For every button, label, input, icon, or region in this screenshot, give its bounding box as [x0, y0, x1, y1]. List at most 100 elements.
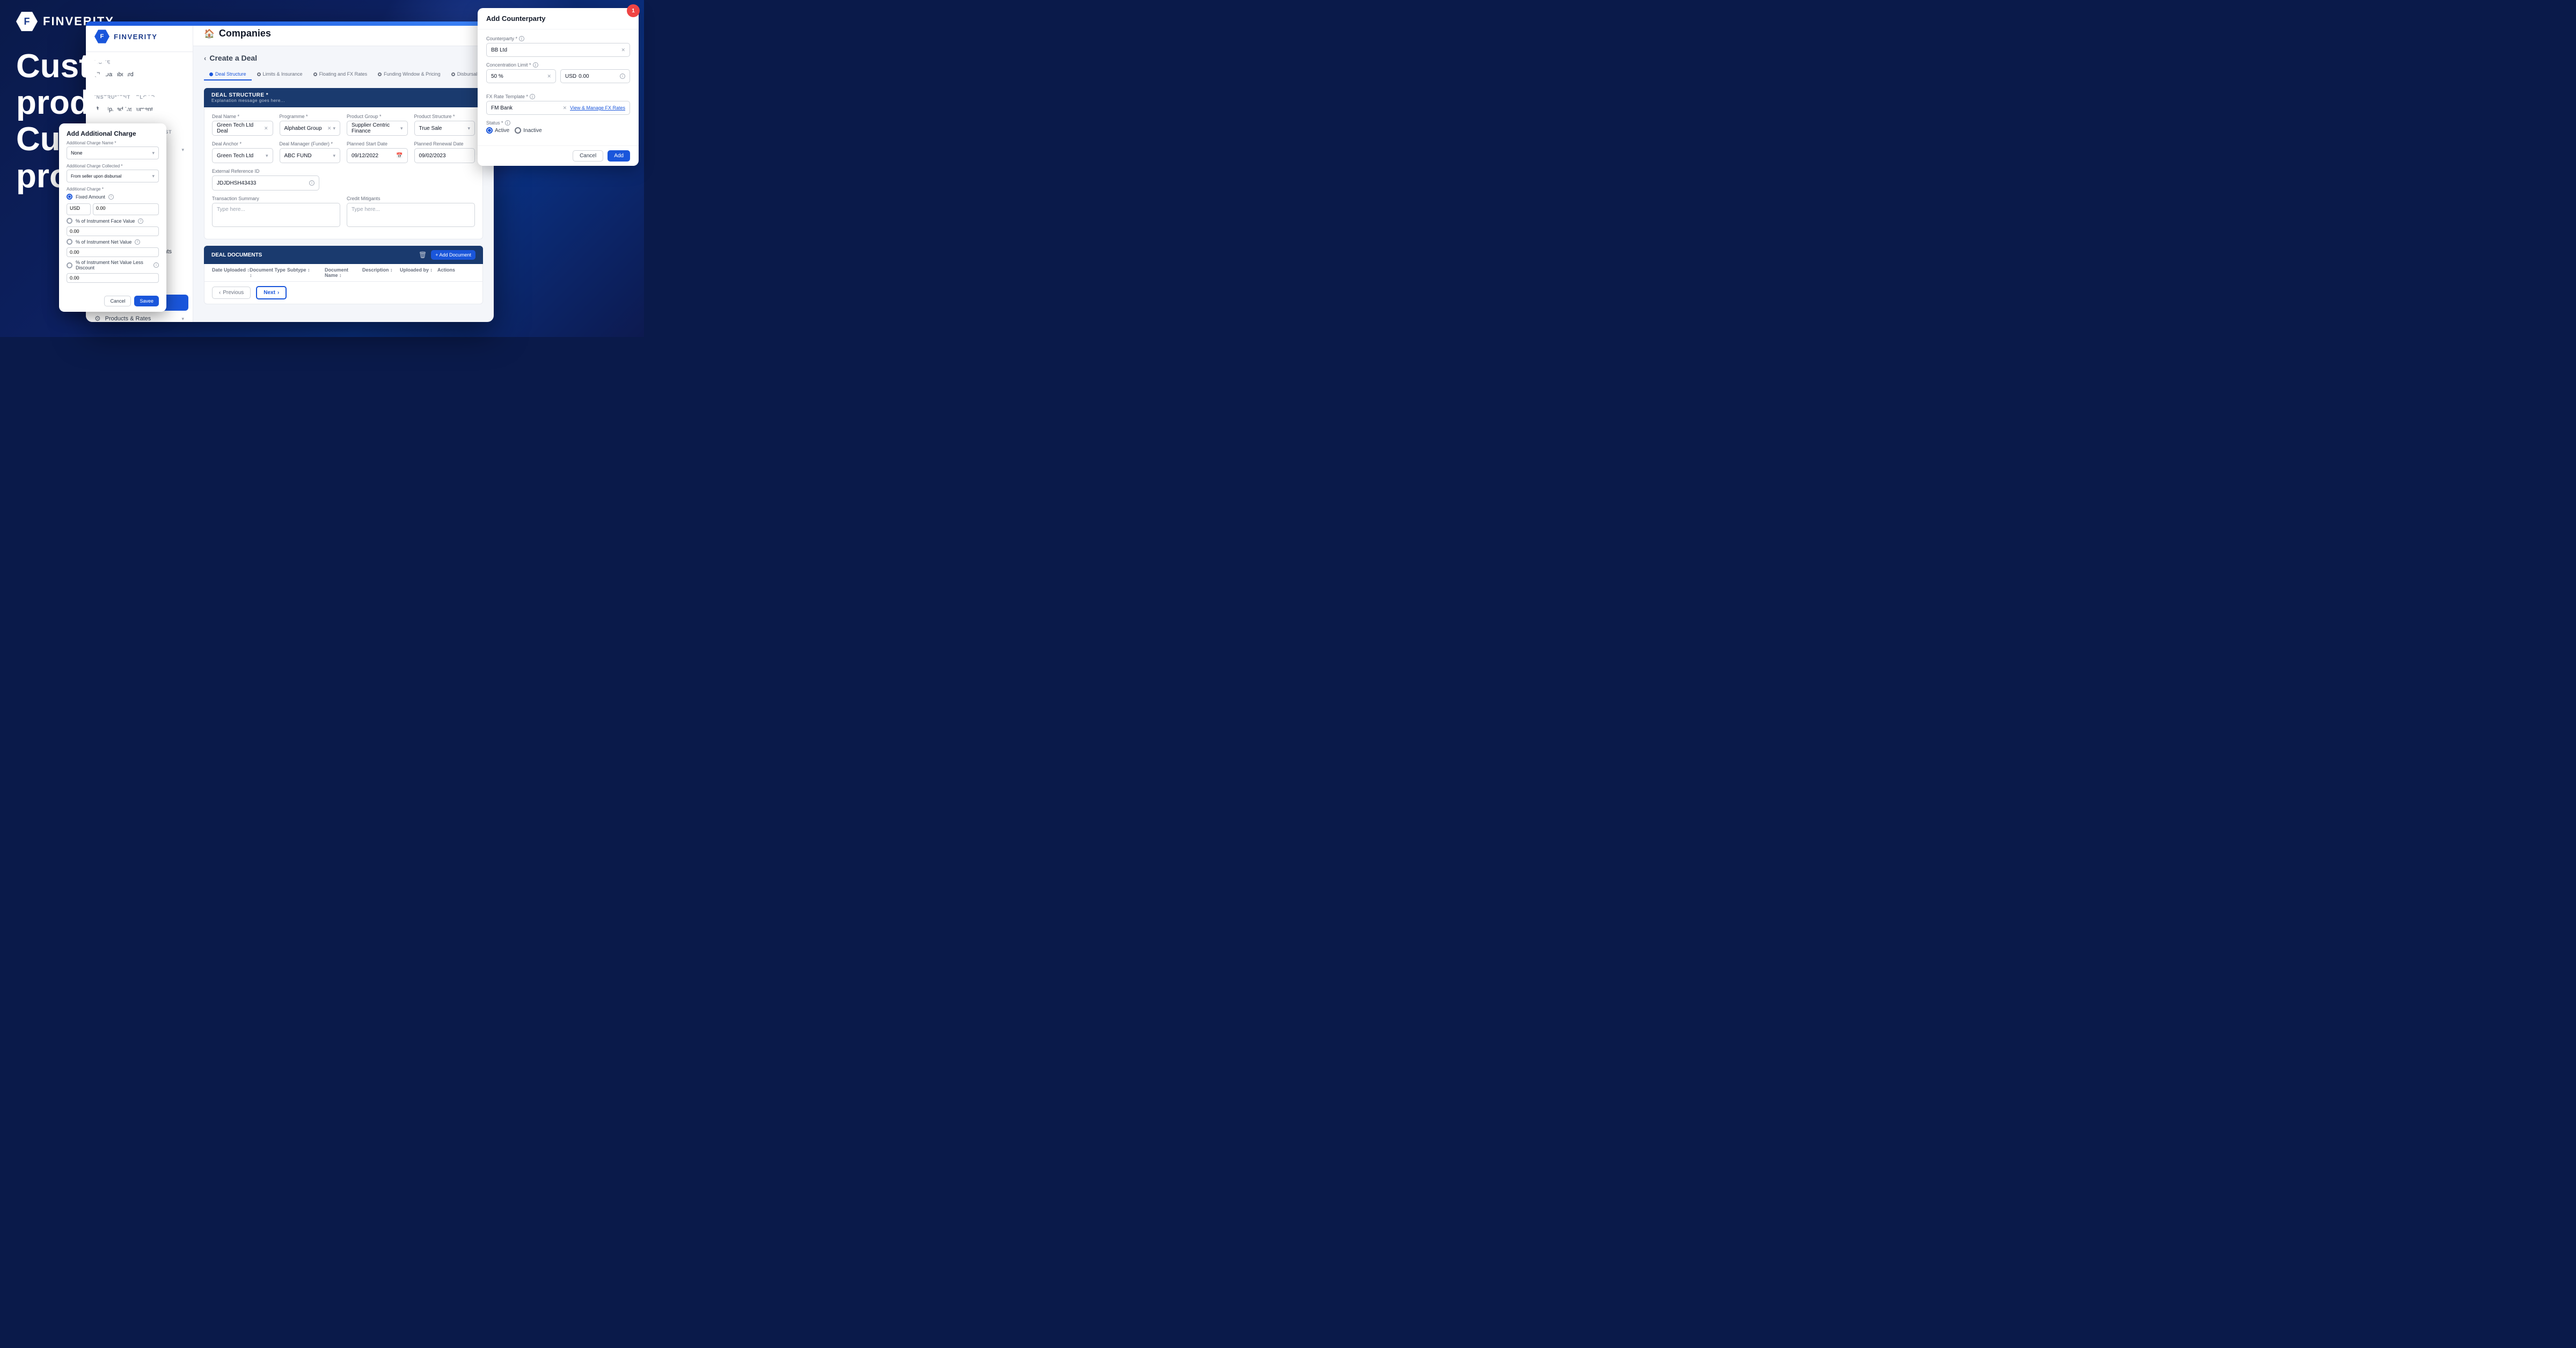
prev-button[interactable]: ‹ Previous — [212, 287, 251, 299]
deal-anchor-input[interactable]: Green Tech Ltd ▾ — [212, 148, 273, 163]
notification-badge[interactable]: 1 — [627, 4, 640, 17]
deal-manager-chevron: ▾ — [333, 153, 335, 159]
docs-actions: 🗑 + Add Document — [419, 250, 475, 260]
deal-name-input[interactable]: Green Tech Ltd Deal ✕ — [212, 121, 273, 136]
face-value-radio — [67, 218, 72, 224]
conc-value-info: i — [620, 74, 625, 79]
tab-dot-3 — [313, 72, 317, 76]
fx-template-input[interactable]: FM Bank ✕ View & Manage FX Rates — [486, 101, 630, 115]
counterparty-label: Counterparty * i — [486, 36, 630, 41]
col-subtype: Subtype ↕ — [287, 267, 325, 278]
deal-manager-label: Deal Manager (Funder) * — [280, 141, 341, 146]
counterparty-clear[interactable]: ✕ — [621, 47, 625, 53]
currency-value: USD — [70, 206, 80, 211]
charge-save-button[interactable]: Savee — [134, 296, 159, 306]
tab-dot-5 — [451, 72, 455, 76]
tab-funding-window[interactable]: Funding Window & Pricing — [372, 69, 446, 80]
conc-pct-clear[interactable]: ✕ — [547, 74, 551, 79]
programme-clear[interactable]: ✕ — [327, 126, 332, 131]
app-top-bar — [86, 21, 494, 26]
deal-manager-input[interactable]: ABC FUND ▾ — [280, 148, 341, 163]
charge-collected-chevron: ▾ — [152, 173, 155, 179]
net-value-option[interactable]: % of Instrument Net Value i — [67, 239, 159, 245]
tab-dot-4 — [378, 72, 382, 76]
currency-select[interactable]: USD — [67, 203, 91, 215]
transaction-summary-input[interactable]: Type here... — [212, 203, 340, 227]
planned-renewal-value: 09/02/2023 — [419, 153, 471, 159]
face-value-input[interactable]: 0.00 — [67, 226, 159, 236]
add-document-button[interactable]: + Add Document — [431, 250, 475, 260]
ext-ref-info: i — [309, 180, 314, 186]
deal-documents-header: DEAL DOCUMENTS 🗑 + Add Document — [204, 246, 483, 264]
net-value-radio — [67, 239, 72, 245]
credit-mitigants-input[interactable]: Type here... — [347, 203, 475, 227]
charge-name-chevron: ▾ — [152, 150, 155, 156]
charge-modal-footer: Cancel Savee — [59, 292, 166, 312]
counterparty-modal-header: Add Counterparty — [478, 8, 639, 30]
deal-manager-value: ABC FUND — [284, 153, 333, 159]
counterparty-cancel-button[interactable]: Cancel — [573, 150, 603, 162]
conc-pct-value: 50 % — [491, 74, 503, 79]
prev-arrow: ‹ — [219, 290, 221, 296]
conc-currency: USD — [565, 74, 576, 79]
conc-value-input[interactable]: USD 0.00 i — [560, 69, 630, 83]
planned-start-group: Planned Start Date 09/12/2022 📅 — [347, 141, 408, 163]
tab-deal-structure[interactable]: Deal Structure — [204, 69, 252, 80]
ext-ref-input[interactable]: JDJDHSH43433 i — [212, 175, 319, 191]
form-row-1: Deal Name * Green Tech Ltd Deal ✕ Progra… — [212, 114, 475, 136]
conc-amount: 0.00 — [579, 74, 620, 79]
charge-collected-group: Additional Charge Collected * From selle… — [67, 164, 159, 182]
conc-limit-label: Concentration Limit * i — [486, 62, 630, 68]
trash-button[interactable]: 🗑 — [419, 251, 427, 259]
planned-renewal-input[interactable]: 09/02/2023 — [414, 148, 475, 163]
product-structure-input[interactable]: True Sale ▾ — [414, 121, 475, 136]
face-value-info: i — [138, 218, 143, 224]
form-row-3: External Reference ID JDJDHSH43433 i — [212, 169, 475, 191]
inactive-option[interactable]: Inactive — [515, 127, 541, 134]
net-less-option[interactable]: % of Instrument Net Value Less Discount … — [67, 260, 159, 270]
programme-input[interactable]: Alphabet Group ✕ ▾ — [280, 121, 341, 136]
fixed-amount-info: i — [108, 194, 114, 200]
counterparty-input[interactable]: BB Ltd ✕ — [486, 43, 630, 57]
fixed-amount-option[interactable]: Fixed Amount i — [67, 194, 159, 200]
conc-pct-input[interactable]: 50 % ✕ — [486, 69, 556, 83]
ext-ref-group: External Reference ID JDJDHSH43433 i — [212, 169, 319, 191]
face-value-option[interactable]: % of Instrument Face Value i — [67, 218, 159, 224]
planned-start-input[interactable]: 09/12/2022 📅 — [347, 148, 408, 163]
deal-structure-title: DEAL STRUCTURE * — [211, 92, 475, 98]
product-group-input[interactable]: Supplier Centric Finance ▾ — [347, 121, 408, 136]
tab-limits-label: Limits & Insurance — [263, 71, 303, 77]
deal-anchor-group: Deal Anchor * Green Tech Ltd ▾ — [212, 141, 273, 163]
prev-label: Previous — [223, 290, 244, 296]
deal-anchor-chevron: ▾ — [266, 153, 268, 159]
back-button[interactable]: ‹ — [204, 54, 206, 62]
view-manage-fx-link[interactable]: View & Manage FX Rates — [570, 105, 625, 111]
form-row-4: Transaction Summary Type here... Credit … — [212, 196, 475, 227]
amount-input[interactable]: 0.00 — [93, 203, 159, 215]
charge-collected-label: Additional Charge Collected * — [67, 164, 159, 169]
tab-limits[interactable]: Limits & Insurance — [252, 69, 308, 80]
net-value-amount: 0.00 — [70, 250, 79, 255]
net-less-input[interactable]: 0.00 — [67, 273, 159, 283]
sidebar-item-products[interactable]: ⚙ Products & Rates ▾ — [86, 311, 193, 322]
fx-clear[interactable]: ✕ — [563, 105, 567, 111]
active-option[interactable]: Active — [486, 127, 509, 134]
main-content: 🏠 Companies ‹ Create a Deal Deal Structu… — [193, 21, 494, 322]
deal-name-clear[interactable]: ✕ — [264, 126, 268, 131]
col-actions: Actions — [437, 267, 475, 278]
conc-limit-group: Concentration Limit * i 50 % ✕ USD 0.00 … — [486, 62, 630, 89]
tab-fx-rates[interactable]: Floating and FX Rates — [308, 69, 373, 80]
ext-ref-label: External Reference ID — [212, 169, 319, 174]
counterparty-add-button[interactable]: Add — [608, 150, 630, 162]
charge-name-input[interactable]: None ▾ — [67, 146, 159, 159]
deal-container: ‹ Create a Deal Deal Structure Limits & … — [193, 46, 494, 322]
product-structure-value: True Sale — [419, 126, 468, 131]
status-label: Status * i — [486, 120, 630, 126]
next-button[interactable]: Next › — [256, 286, 287, 299]
charge-collected-input[interactable]: From seller upon disbursal ▾ — [67, 170, 159, 182]
col-description: Description ↕ — [362, 267, 400, 278]
net-value-input[interactable]: 0.00 — [67, 247, 159, 257]
left-logo-hex: F — [16, 11, 38, 32]
planned-renewal-group: Planned Renewal Date 09/02/2023 — [414, 141, 475, 163]
charge-cancel-button[interactable]: Cancel — [104, 296, 131, 306]
